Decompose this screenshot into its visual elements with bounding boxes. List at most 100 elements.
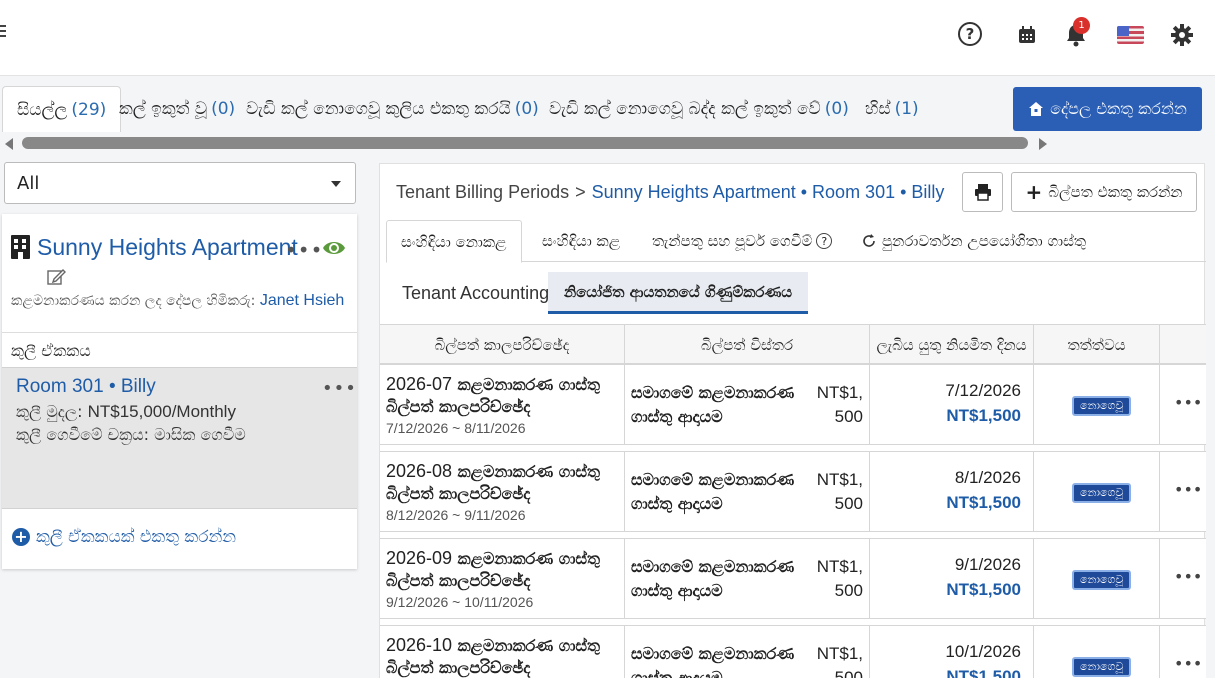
tab-label: සංහිඳියා නොකළ [401,232,507,251]
reconcile-tabs: සංහිඳියා නොකළ සංහිඳියා කළ තැන්පතු සහ පූර… [386,220,1206,263]
row-more-icon[interactable]: ••• [1174,654,1202,673]
row-more-icon[interactable]: ••• [1174,480,1202,499]
tab-reconciled[interactable]: සංහිඳියා කළ [542,220,620,262]
eye-icon[interactable] [322,236,346,260]
question-icon[interactable]: ? [816,233,833,249]
period-code: 2026-08 [386,461,453,481]
column-header[interactable]: බිල්පත් විස්තර [625,325,870,365]
breadcrumb: Tenant Billing Periods > Sunny Heights Apa… [396,182,944,203]
tab-label: තැන්පතු සහ පූර්ව ගෙවීම් [652,232,813,250]
due-amount: NT$1,500 [946,667,1021,678]
row-more-icon[interactable]: ••• [1174,567,1202,586]
bill-item-amount: NT$1, 500 [816,383,863,426]
column-header[interactable]: තත්ත්වය [1034,325,1160,365]
due-date: 8/1/2026 [954,468,1021,487]
add-unit-button[interactable]: + කුලී ඒකකයක් එකතු කරන්න [12,527,236,547]
property-filter-select[interactable]: All [4,162,356,204]
manager-name[interactable]: Janet Hsieh [260,292,345,309]
filter-tab-label: හිස් [865,99,891,119]
plus-icon: + [1025,180,1043,204]
table-row[interactable]: 2026-08 කළමනාකරණ ගාස්තු බිල්පත් කාලපරිච්… [380,451,1206,532]
column-header[interactable]: බිල්පත් කාලපරිච්ඡේද [380,325,625,365]
manager-label: කළමනාකරණය කරන ලද දේපල හිමිකරු: [11,293,256,309]
breadcrumb-current: Sunny Heights Apartment • Room 301 • Bil… [591,182,945,202]
property-name[interactable]: Sunny Heights Apartment [37,234,298,261]
billing-panel: Tenant Billing Periods > Sunny Heights Apa… [379,163,1206,678]
bill-item-amount: NT$1, 500 [816,557,863,600]
filter-tab-count: (29) [71,99,107,120]
filter-tab-overdue-rent[interactable]: වැඩි කල් නොගෙවූ කුලිය එකතු කරයි (0) [246,86,539,132]
rental-unit-header: කුලී ඒකකය [2,332,357,367]
tab-recurring-utility-fees[interactable]: පුනරාවර්තන උපයෝගිතා ගාස්තු [861,220,1086,262]
print-button[interactable] [962,172,1003,212]
row-more-icon[interactable]: ••• [1174,393,1202,412]
unit-more-icon[interactable]: ••• [322,378,357,399]
breadcrumb-root[interactable]: Tenant Billing Periods [396,182,569,202]
bill-item-name: සමාගමේ කළමනාකරණ ගාස්තු ආදායම [631,644,795,678]
table-row[interactable]: 2026-07 කළමනාකරණ ගාස්තු බිල්පත් කාලපරිච්… [380,364,1206,445]
filter-tab-all[interactable]: සියල්ල (29) [2,86,122,132]
plus-circle-icon: + [12,528,30,546]
us-flag-icon[interactable] [1117,26,1144,44]
filter-tab-label: වැඩි කල් නොගෙවූ කුලිය එකතු කරයි [246,99,511,119]
scroll-left-icon[interactable] [5,138,13,150]
add-unit-label: කුලී ඒකකයක් එකතු කරන්න [36,527,237,547]
building-icon [11,235,30,259]
filter-tab-overdue-lease[interactable]: වැඩි කල් නොගෙවූ බද්ද කල් ඉකුත් වේ (0) [549,86,849,132]
horizontal-scrollbar[interactable] [0,134,1050,152]
period-code: 2026-10 [386,635,453,655]
tab-label: පුනරාවර්තන උපයෝගිතා ගාස්තු [882,232,1087,250]
filter-tab-label: වැඩි කල් නොගෙවූ බද්ද කල් ඉකුත් වේ [549,99,821,119]
subtab-agency-accounting[interactable]: නියෝජිත ආයතනයේ ගිණුම්කරණය [548,272,809,314]
table-header: බිල්පත් කාලපරිච්ඡේද බිල්පත් විස්තර ලැබිය… [380,324,1206,365]
period-title: 2026-10 කළමනාකරණ ගාස්තු බිල්පත් කාලපරිච්… [386,634,611,678]
bill-item-amount: NT$1, 500 [816,644,863,678]
filter-tab-count: (0) [514,99,539,119]
table-row[interactable]: 2026-09 කළමනාකරණ ගාස්තු බිල්පත් කාලපරිච්… [380,538,1206,619]
add-bill-button[interactable]: + බිල්පත එකතු කරන්න [1011,172,1197,212]
due-date: 10/1/2026 [945,642,1021,661]
scroll-thumb[interactable] [22,137,1028,149]
subtab-label: නියෝජිත ආයතනයේ ගිණුම්කරණය [564,282,793,301]
top-bar: ? 1 [0,0,1215,76]
status-badge: නොගෙවූ [1072,396,1132,416]
subtab-tenant-accounting[interactable]: Tenant Accounting [402,272,549,314]
bill-item-name: සමාගමේ කළමනාකරණ ගාස්තු ආදායම [631,470,795,513]
help-icon[interactable]: ? [958,22,982,46]
filter-tab-count: (0) [824,99,849,119]
subtab-label: Tenant Accounting [402,282,550,303]
rental-unit-item[interactable]: Room 301 • Billy ••• කුලී මුදල: NT$15,00… [2,367,357,509]
bill-item-name: සමාගමේ කළමනාකරණ ගාස්තු ආදායම [631,557,795,600]
due-amount: NT$1,500 [946,406,1021,425]
column-header[interactable]: ලැබිය යුතු නියමිත දිනය [870,325,1034,365]
rent-value: NT$15,000/Monthly [87,402,236,421]
menu-icon[interactable] [0,22,6,42]
property-more-icon[interactable]: ••• [285,238,323,262]
tab-unreconciled[interactable]: සංහිඳියා නොකළ [386,220,522,263]
due-amount: NT$1,500 [946,493,1021,512]
tab-label: සංහිඳියා කළ [542,232,621,250]
house-icon [1029,102,1044,116]
filter-tab-label: සියල්ල [17,99,68,120]
unit-title[interactable]: Room 301 • Billy [16,376,156,398]
breadcrumb-separator: > [575,182,586,202]
filter-tab-count: (1) [894,99,919,119]
status-badge: නොගෙවූ [1072,657,1132,677]
table-row[interactable]: 2026-10 කළමනාකරණ ගාස්තු බිල්පත් කාලපරිච්… [380,625,1206,678]
period-range: 7/12/2026 ~ 8/11/2026 [386,420,526,436]
unit-payment-cycle: කුලී ගෙවීමේ චක්‍රය: මාසික ගෙවීම [16,425,246,444]
gear-icon[interactable] [1169,22,1195,48]
period-code: 2026-07 [386,374,453,394]
calendar-icon[interactable] [1014,22,1040,48]
filter-tab-vacant[interactable]: හිස් (1) [865,86,919,132]
property-card: Sunny Heights Apartment ••• කළමනාකරණය කර… [2,214,357,569]
rent-label: කුලී මුදල: [16,402,83,421]
scroll-right-icon[interactable] [1039,138,1047,150]
refresh-icon [863,234,875,247]
period-code: 2026-09 [386,548,453,568]
help-symbol: ? [965,25,975,43]
add-property-button[interactable]: දේපල එකතු කරන්න [1013,87,1202,131]
edit-icon[interactable] [46,267,66,287]
filter-tab-expired[interactable]: කල් ඉකුත් වූ (0) [119,86,235,132]
tab-deposits-prepayments[interactable]: තැන්පතු සහ පූර්ව ගෙවීම්? [652,220,833,262]
